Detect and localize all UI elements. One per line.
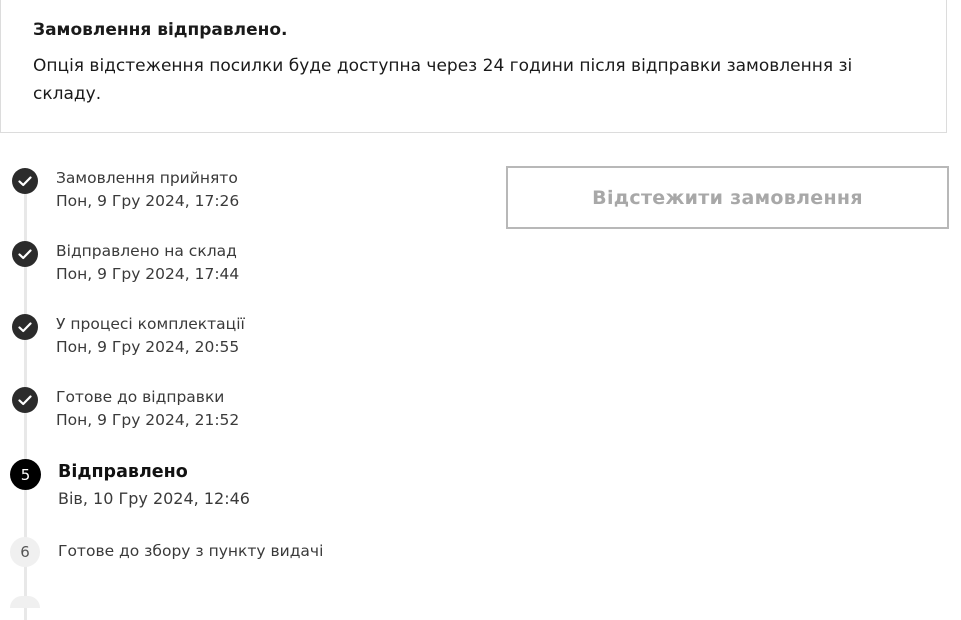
step-label: Відправлено xyxy=(58,462,188,482)
shipment-notice: Замовлення відправлено. Опція відстеженн… xyxy=(0,0,947,133)
check-icon xyxy=(12,314,38,340)
order-status-timeline: Замовлення прийнято Пон, 9 Гру 2024, 17:… xyxy=(0,150,480,620)
step-number-badge xyxy=(10,596,40,608)
notice-title: Замовлення відправлено. xyxy=(33,20,288,40)
step-date: Пон, 9 Гру 2024, 17:44 xyxy=(56,265,240,283)
track-order-button[interactable]: Відстежити замовлення xyxy=(506,166,949,229)
step-label: Відправлено на склад xyxy=(56,242,237,260)
step-date: Пон, 9 Гру 2024, 21:52 xyxy=(56,411,240,429)
check-icon xyxy=(12,241,38,267)
step-date: Вів, 10 Гру 2024, 12:46 xyxy=(58,489,250,508)
step-number-badge: 5 xyxy=(10,459,41,490)
step-date: Пон, 9 Гру 2024, 17:26 xyxy=(56,192,240,210)
notice-text: Опція відстеження посилки буде доступна … xyxy=(33,56,853,104)
check-icon xyxy=(12,168,38,194)
step-label: Готове до збору з пункту видачі xyxy=(58,542,324,560)
step-label: У процесі комплектації xyxy=(56,315,245,333)
step-label: Готове до відправки xyxy=(56,388,225,406)
check-icon xyxy=(12,387,38,413)
step-number-badge: 6 xyxy=(10,537,40,567)
step-date: Пон, 9 Гру 2024, 20:55 xyxy=(56,338,240,356)
step-label: Замовлення прийнято xyxy=(56,169,238,187)
